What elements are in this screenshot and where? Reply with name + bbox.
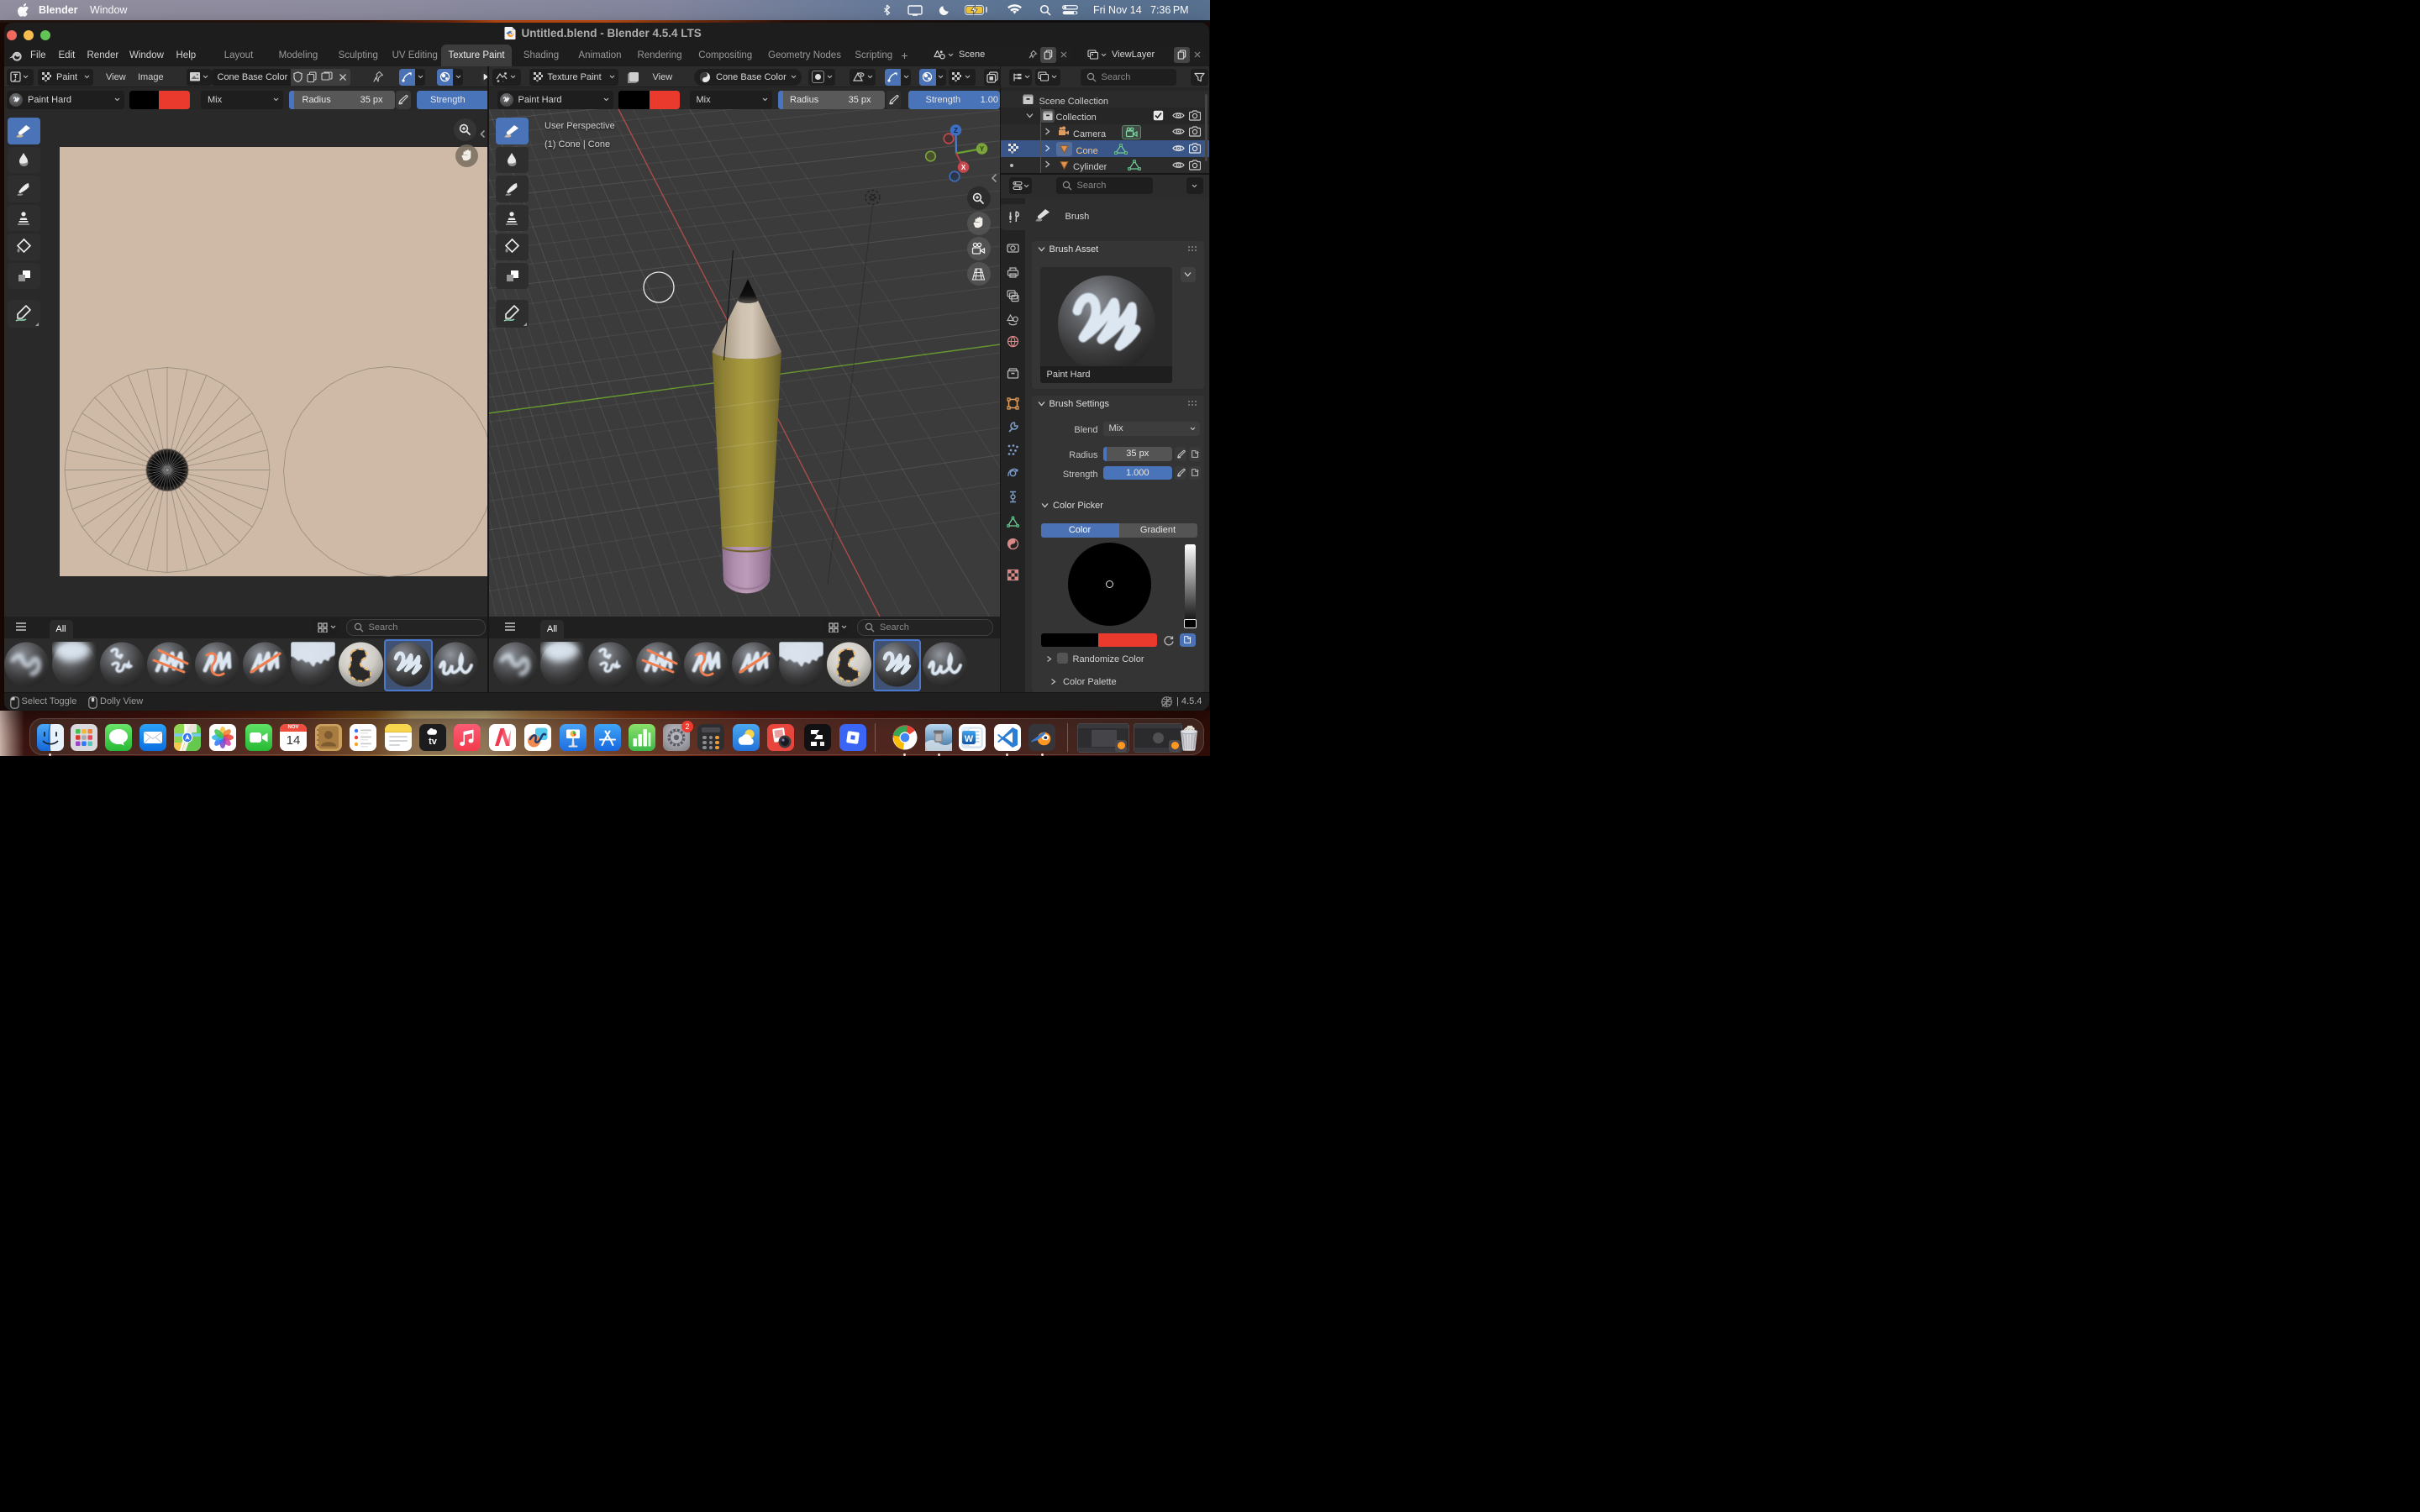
svg-text:X: X — [961, 164, 966, 171]
svg-text:Y: Y — [980, 145, 985, 153]
svg-text:W: W — [965, 734, 974, 744]
svg-text:Z: Z — [954, 127, 958, 134]
svg-text:tv: tv — [429, 737, 438, 747]
